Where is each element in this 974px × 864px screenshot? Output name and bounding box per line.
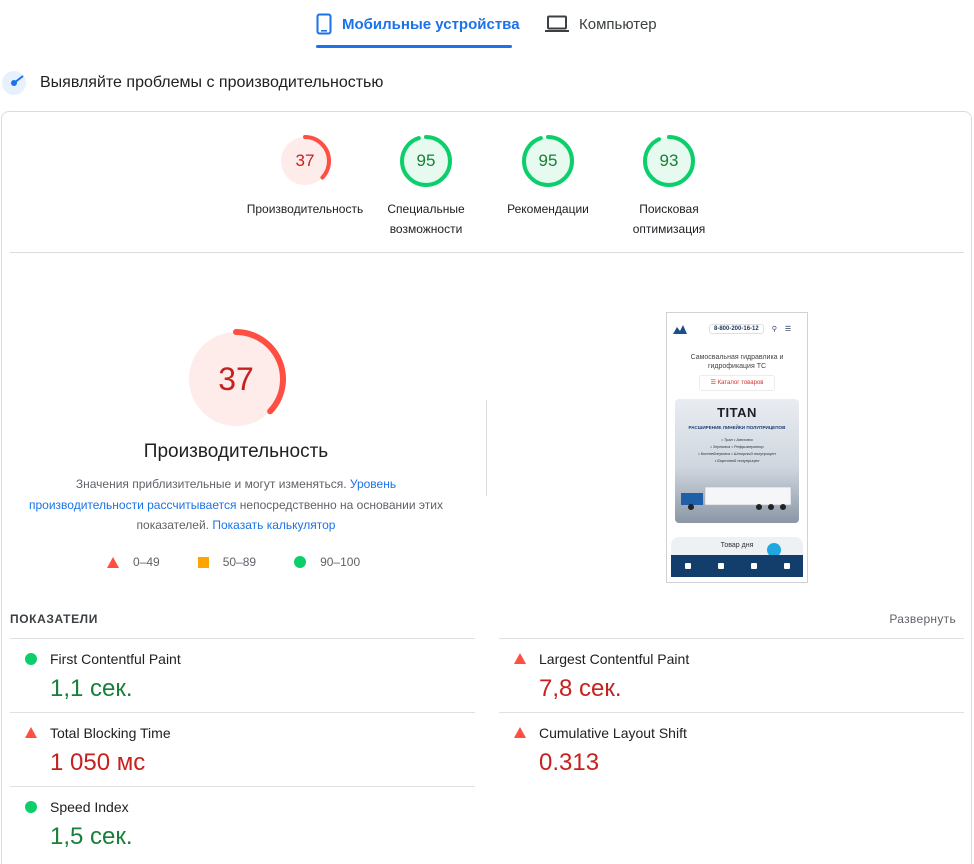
divider	[10, 252, 964, 253]
tab-desktop-label: Компьютер	[579, 15, 657, 33]
site-phone: 8-800-200-16-12	[709, 324, 764, 334]
gauge-ring: 37	[279, 135, 331, 187]
gauge-ring: 95	[400, 135, 452, 187]
metric-value: 1,5 сек.	[50, 823, 133, 850]
category-gauges: 37 Производительность 95 Специальные возм…	[0, 135, 974, 245]
site-catalog-button: ☰ Каталог товаров	[699, 375, 775, 391]
diagnose-title: Выявляйте проблемы с производительностью	[40, 74, 384, 91]
tab-mobile-label: Мобильные устройства	[342, 15, 520, 33]
cart-icon	[717, 563, 724, 569]
gauge-ring: 95	[522, 135, 574, 187]
metric-name: Cumulative Layout Shift	[539, 725, 687, 741]
device-tabs: Мобильные устройства Компьютер	[0, 0, 974, 48]
gauge-score: 93	[659, 151, 679, 170]
vertical-divider	[486, 400, 487, 496]
lighthouse-icon	[0, 69, 28, 97]
metric-value: 7,8 сек.	[539, 675, 622, 702]
truck-image	[681, 486, 792, 510]
legend-poor: 0–49	[107, 555, 160, 569]
metric-name: Total Blocking Time	[50, 725, 171, 741]
gauge-seo[interactable]: 93 Поисковая оптимизация	[604, 135, 734, 239]
site-caption: Самосвальная гидравлика и гидрофикация ТС	[690, 354, 784, 370]
site-logo-icon	[673, 325, 687, 334]
share-icon	[783, 563, 790, 569]
screenshot-header: 8-800-200-16-12 ⚲ ☰	[673, 321, 801, 337]
metric-value: 1,1 сек.	[50, 675, 133, 702]
gauge-score: 37	[295, 151, 315, 170]
tab-desktop[interactable]: Компьютер	[545, 0, 657, 48]
site-banner: TITAN РАСШИРЕНИЕ ЛИНЕЙКИ ПОЛУПРИЦЕПОВ • …	[675, 399, 799, 523]
laptop-icon	[545, 15, 569, 33]
diagnose-header: Выявляйте проблемы с производительностью	[0, 68, 383, 98]
metric-tbt: Total Blocking Time 1 050 мс	[10, 712, 475, 786]
gauge-label: Специальные возможности	[387, 202, 465, 236]
red-triangle-icon	[514, 727, 526, 738]
metric-name: First Contentful Paint	[50, 651, 181, 667]
green-circle-icon	[25, 801, 37, 813]
red-triangle-icon	[25, 727, 37, 738]
score-legend: 0–49 50–89 90–100	[107, 553, 360, 571]
metric-name: Speed Index	[50, 799, 129, 815]
gauge-best-practices[interactable]: 95 Рекомендации	[483, 135, 613, 219]
legend-average: 50–89	[197, 555, 257, 569]
performance-description: Значения приблизительные и могут изменят…	[28, 474, 444, 536]
search-icon: ⚲	[771, 326, 777, 333]
expand-metrics-button[interactable]: Развернуть	[889, 612, 956, 626]
gauge-label: Производительность	[246, 202, 364, 216]
gauge-performance[interactable]: 37 Производительность	[240, 135, 370, 219]
metric-speed-index: Speed Index 1,5 сек.	[10, 786, 475, 860]
metric-value: 0.313	[539, 749, 600, 776]
performance-title: Производительность	[143, 441, 329, 462]
legend-good: 90–100	[294, 555, 360, 569]
gauge-score: 95	[538, 151, 558, 170]
gauge-ring: 93	[643, 135, 695, 187]
red-triangle-icon	[107, 556, 119, 568]
gauge-label: Поисковая оптимизация	[632, 202, 706, 236]
mail-icon	[750, 563, 757, 569]
banner-list: • Трал • Автовоз • Зерновоз • Рефрижерат…	[698, 437, 776, 463]
site-product-of-day: Товар дня	[671, 537, 803, 555]
tab-mobile[interactable]: Мобильные устройства	[316, 0, 520, 48]
page-screenshot: 8-800-200-16-12 ⚲ ☰ Самосвальная гидравл…	[666, 312, 808, 583]
metrics-label: ПОКАЗАТЕЛИ	[10, 612, 98, 626]
metrics-header: ПОКАЗАТЕЛИ Развернуть	[10, 612, 956, 628]
site-bottom-nav	[671, 555, 803, 577]
smartphone-icon	[316, 13, 332, 35]
metric-name: Largest Contentful Paint	[539, 651, 690, 667]
metric-value: 1 050 мс	[50, 749, 146, 776]
banner-brand: TITAN	[717, 405, 757, 420]
desc-text: Значения приблизительные и могут изменят…	[75, 477, 350, 491]
gauge-accessibility[interactable]: 95 Специальные возможности	[361, 135, 491, 239]
show-calculator-link[interactable]: Показать калькулятор	[212, 518, 335, 532]
metric-lcp: Largest Contentful Paint 7,8 сек.	[499, 638, 964, 712]
legend-good-label: 90–100	[320, 555, 361, 569]
gauge-score: 95	[416, 151, 436, 170]
legend-poor-label: 0–49	[133, 555, 160, 569]
metric-cls: Cumulative Layout Shift 0.313	[499, 712, 964, 786]
banner-subtitle: РАСШИРЕНИЕ ЛИНЕЙКИ ПОЛУПРИЦЕПОВ	[688, 425, 786, 430]
active-tab-indicator	[316, 45, 512, 48]
performance-score: 37	[218, 361, 254, 397]
legend-average-label: 50–89	[222, 555, 257, 569]
home-icon	[684, 563, 691, 569]
orange-square-icon	[197, 556, 209, 568]
performance-gauge: 37	[186, 329, 286, 429]
gauge-label: Рекомендации	[507, 202, 589, 216]
green-circle-icon	[25, 653, 37, 665]
green-circle-icon	[294, 556, 307, 568]
metric-fcp: First Contentful Paint 1,1 сек.	[10, 638, 475, 712]
menu-icon: ☰	[784, 326, 792, 333]
red-triangle-icon	[514, 653, 526, 664]
